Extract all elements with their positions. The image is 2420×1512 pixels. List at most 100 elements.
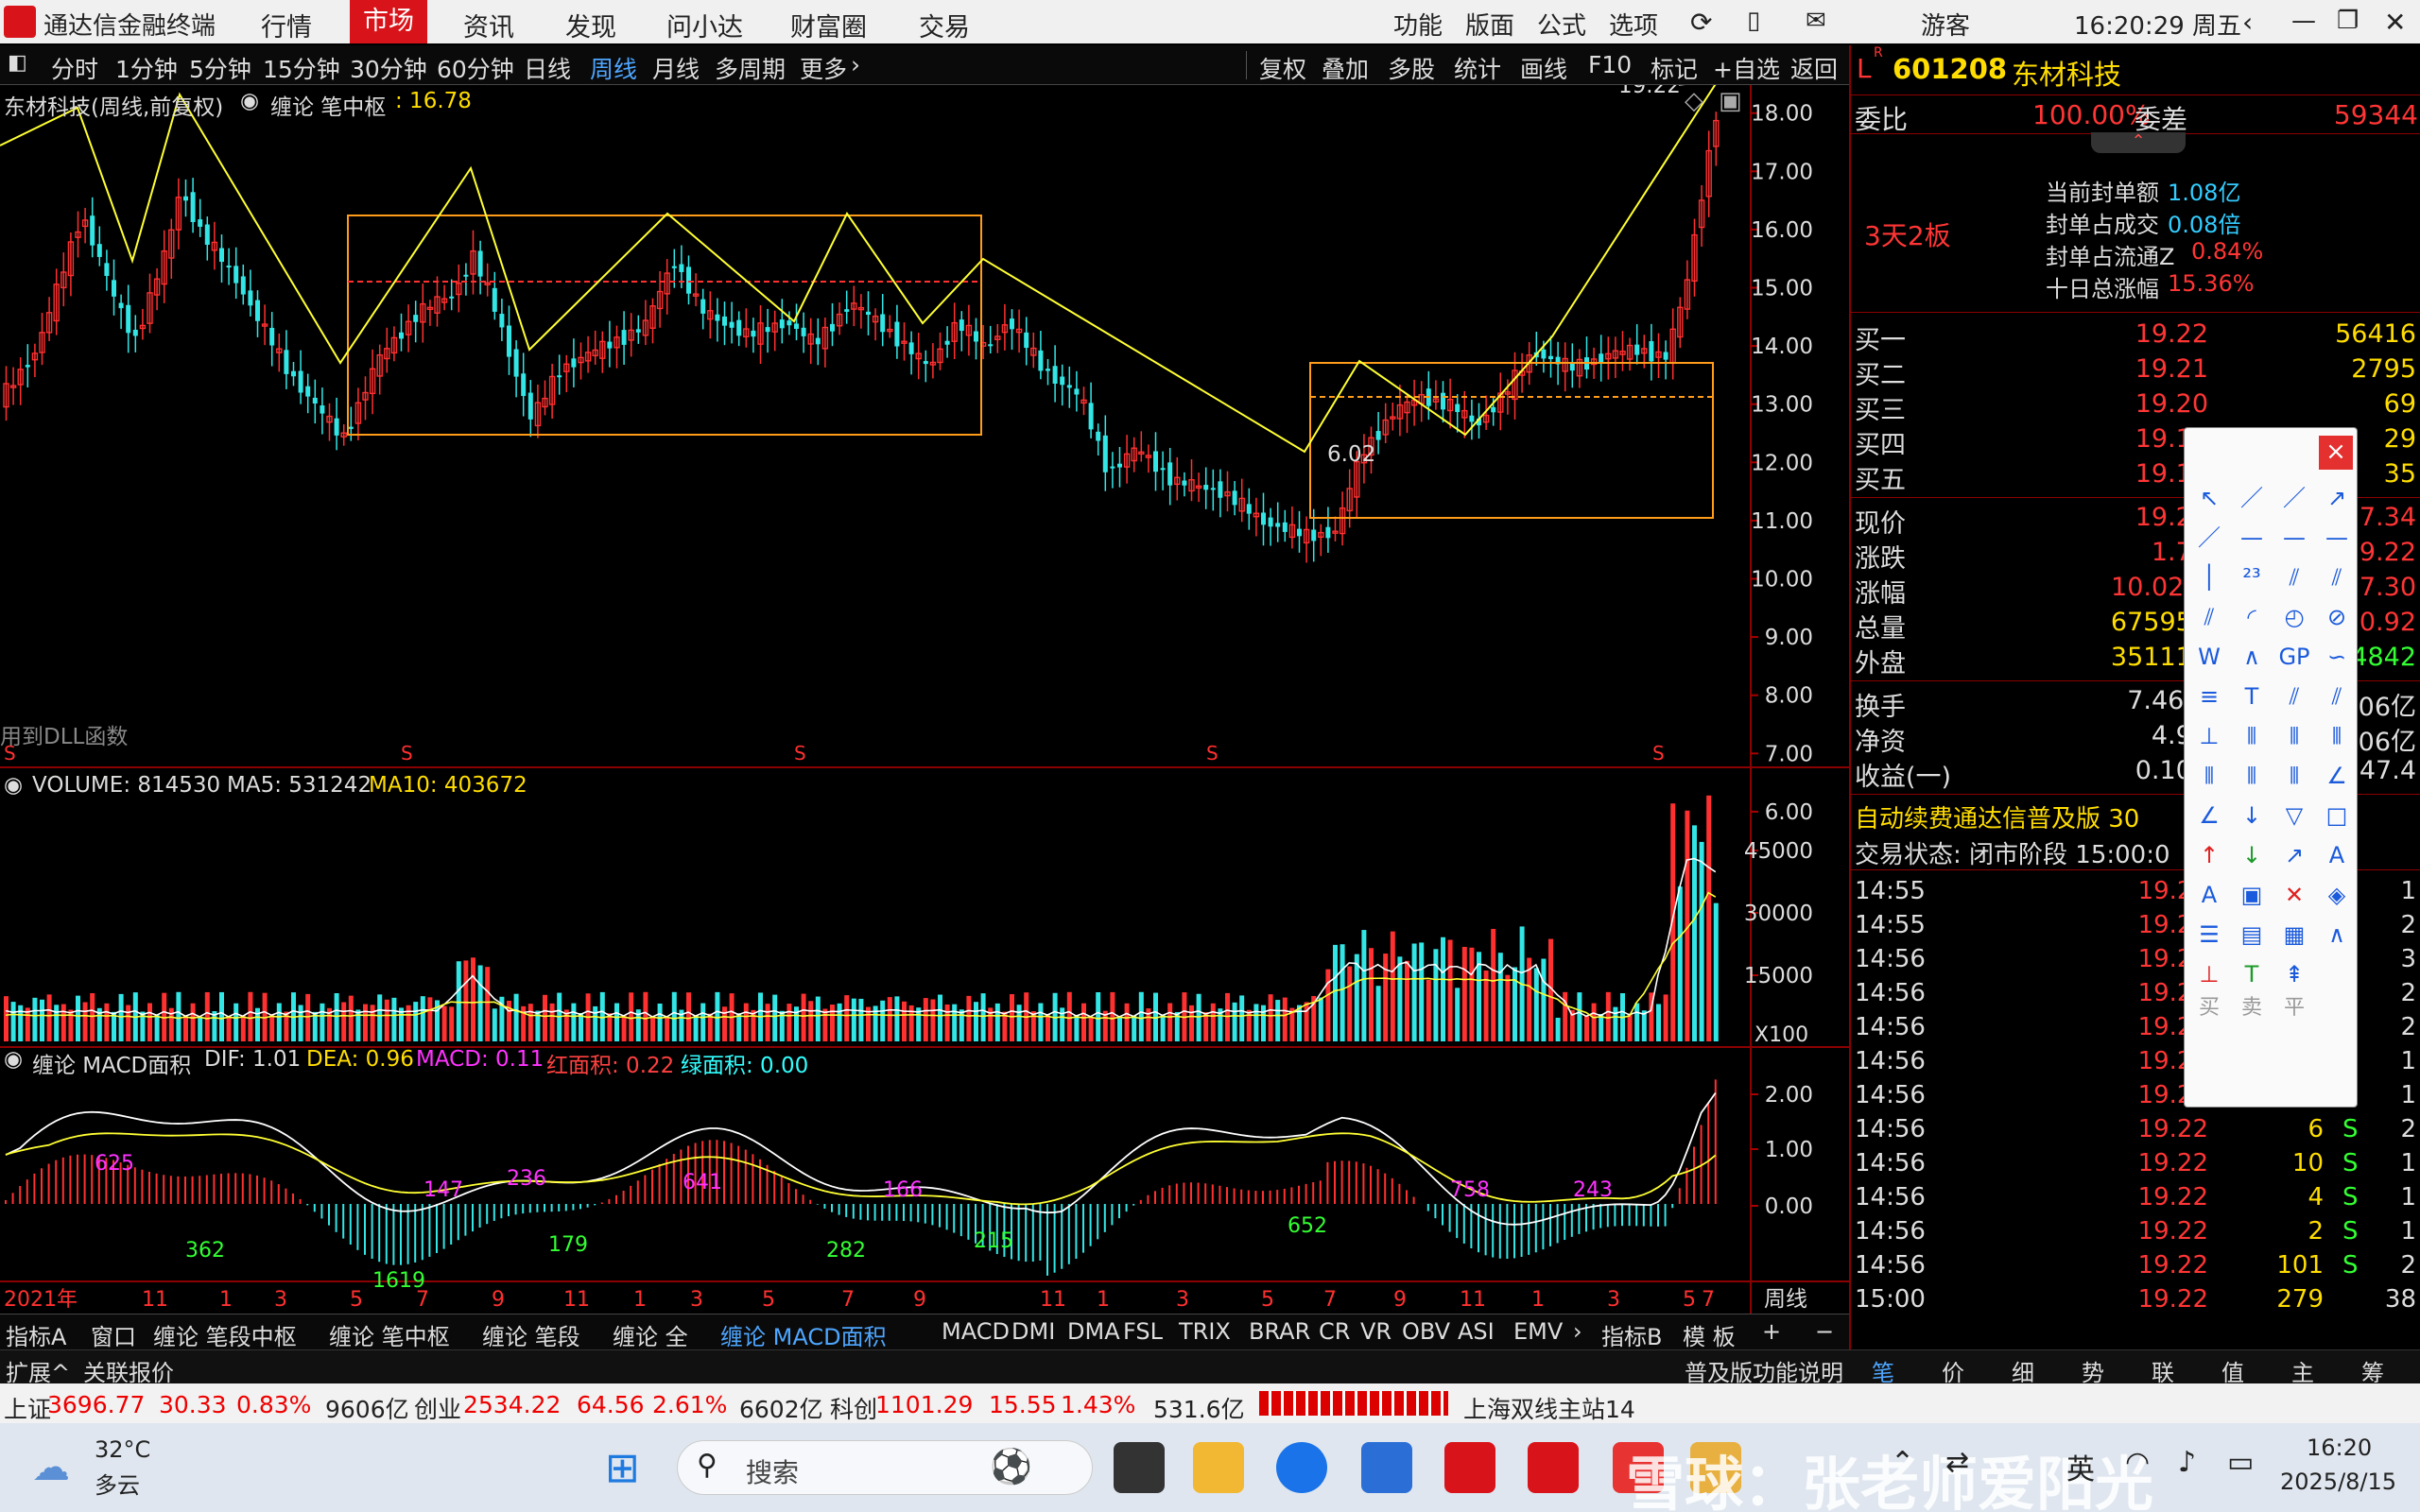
menu-jiaoyi[interactable]: 交易 (919, 7, 970, 43)
panel-toggle-icon[interactable]: ◧ (8, 51, 27, 75)
indicator-right-button[interactable]: 指标B (1601, 1318, 1662, 1351)
battery-icon[interactable]: ▭ (2227, 1446, 2254, 1479)
arrow-line-tool-icon[interactable]: ↗ (2318, 481, 2356, 515)
phone-icon[interactable]: ▯ (1747, 7, 1760, 35)
channel-tool-icon[interactable]: ⫽ (2275, 560, 2313, 594)
vline-tool-icon[interactable]: │ (2190, 560, 2228, 594)
wifi-icon[interactable]: ◠ (2125, 1446, 2150, 1479)
refresh-icon[interactable]: ⟳ (1690, 7, 1712, 38)
related-quote-button[interactable]: 关联报价 (83, 1354, 174, 1387)
channel3-tool-icon[interactable]: ⫽ (2190, 600, 2228, 634)
indicator-tab[interactable]: DMA (1067, 1318, 1120, 1345)
edge-browser-icon[interactable] (1276, 1442, 1327, 1493)
grid6-tool-icon[interactable]: ⦀ (2275, 759, 2313, 793)
fib-tool-icon[interactable]: ≡ (2190, 679, 2228, 713)
function-note-link[interactable]: 普及版功能说明 (1685, 1354, 1843, 1387)
segment-tool-icon[interactable]: ／ (2190, 521, 2228, 555)
indicator-tab[interactable]: BRAR (1249, 1318, 1310, 1345)
period-5min[interactable]: 5分钟 (189, 51, 251, 85)
circle-tool-icon[interactable]: ◴ (2275, 600, 2313, 634)
rect-tool-icon[interactable]: □ (2318, 799, 2356, 833)
buy-mark-tool-icon[interactable]: ⊥ (2190, 957, 2228, 991)
toolbox-close-icon[interactable]: × (2319, 436, 2353, 470)
sh-label[interactable]: 上证 (4, 1391, 51, 1425)
period-60min[interactable]: 60分钟 (437, 51, 514, 85)
hline-tool-icon[interactable]: — (2233, 521, 2271, 555)
text2-tool-icon[interactable]: A (2190, 878, 2228, 912)
taskbar-search-box[interactable]: ⚲ 搜索 ⚽ (677, 1440, 1093, 1495)
menu-wenxiaoda[interactable]: 问小达 (666, 7, 743, 43)
indicator-tab[interactable]: VR (1360, 1318, 1392, 1345)
period-monthly[interactable]: 月线 (652, 51, 700, 85)
triangle-tool-icon[interactable]: ▽ (2275, 799, 2313, 833)
flat-mark-tool-icon[interactable]: ⇞ (2275, 957, 2313, 991)
indicator-tab[interactable]: DMI (1011, 1318, 1055, 1345)
hline2-tool-icon[interactable]: — (2275, 521, 2313, 555)
toolbox-bottom-label[interactable]: 买 (2190, 991, 2228, 1025)
sell-mark-tool-icon[interactable]: T (2233, 957, 2271, 991)
quote-tab[interactable]: 价 (1942, 1354, 1964, 1387)
grid5-tool-icon[interactable]: ⦀ (2233, 759, 2271, 793)
tabs-more-icon[interactable]: › (1573, 1318, 1582, 1345)
expand-button[interactable]: 扩展^ (6, 1354, 70, 1387)
more-chevron-icon[interactable]: › (851, 51, 860, 78)
menu-gongneng[interactable]: 功能 (1393, 7, 1443, 42)
server-name[interactable]: 上海双线主站14 (1463, 1391, 1635, 1425)
minimize-icon[interactable]: — (2291, 7, 2316, 35)
ellipse-tool-icon[interactable]: ⊘ (2318, 600, 2356, 634)
quote-tab[interactable]: 细 (2012, 1354, 2034, 1387)
menu-hangqing[interactable]: 行情 (261, 7, 312, 43)
indicator-tab[interactable]: 缠论 笔中枢 (329, 1318, 450, 1351)
hline3-tool-icon[interactable]: — (2318, 521, 2356, 555)
ime-indicator[interactable]: 英 (2066, 1446, 2095, 1487)
indicator-right-button[interactable]: 模 板 (1683, 1318, 1736, 1351)
indicator-tab[interactable]: FSL (1123, 1318, 1163, 1345)
user-label[interactable]: 游客 (1921, 7, 1970, 42)
menu-gongshi[interactable]: 公式 (1537, 7, 1586, 42)
indicator-tab[interactable]: 指标A (6, 1318, 66, 1351)
frame-tool-icon[interactable]: ▣ (2233, 878, 2271, 912)
period-30min[interactable]: 30分钟 (350, 51, 427, 85)
indicator-tab[interactable]: OBV (1402, 1318, 1450, 1345)
cycle-tool-icon[interactable]: ∽ (2318, 640, 2356, 674)
indicator-tab[interactable]: EMV (1513, 1318, 1563, 1345)
period-tool-icon[interactable]: ⊥ (2190, 719, 2228, 753)
wave2-tool-icon[interactable]: ∧ (2233, 640, 2271, 674)
settings-diamond-icon[interactable]: ◇ (1685, 87, 1703, 115)
channel2-tool-icon[interactable]: ⫽ (2318, 560, 2356, 594)
fan-tool-icon[interactable]: ⫽ (2275, 679, 2313, 713)
taskview-icon[interactable] (1114, 1442, 1165, 1493)
indicator-tab[interactable]: ASI (1458, 1318, 1495, 1345)
tray-network-icon[interactable]: ⇄ (1945, 1446, 1969, 1479)
tdx-app-icon[interactable] (1444, 1442, 1495, 1493)
tdx-app-icon-2[interactable] (1528, 1442, 1579, 1493)
period-15min[interactable]: 15分钟 (263, 51, 340, 85)
menu-shichang[interactable]: 市场 (350, 0, 427, 43)
macd-toggle-icon[interactable]: ◉ (4, 1047, 23, 1072)
cursor-tool-icon[interactable]: ↖ (2190, 481, 2228, 515)
indicator-tab[interactable]: CR (1319, 1318, 1350, 1345)
text-tool-icon[interactable]: A (2318, 838, 2356, 872)
toolbox-bottom-label[interactable]: 平 (2275, 991, 2313, 1025)
quote-tab[interactable]: 联 (2152, 1354, 2174, 1387)
peak-tool-icon[interactable]: ∧ (2318, 918, 2356, 952)
line-tool-icon[interactable]: ／ (2233, 481, 2271, 515)
file-explorer-icon[interactable] (1193, 1442, 1244, 1493)
tray-chevron-icon[interactable]: ⌃ (1891, 1446, 1914, 1479)
btn-back[interactable]: 返回 (1790, 51, 1838, 85)
period-more[interactable]: 更多 (800, 51, 847, 85)
down-mark-tool-icon[interactable]: ↓ (2233, 838, 2271, 872)
grid4-tool-icon[interactable]: ⦀ (2190, 759, 2228, 793)
quote-tab[interactable]: 笔 (1872, 1354, 1894, 1387)
btn-diejia[interactable]: 叠加 (1322, 51, 1369, 85)
close-window-icon[interactable]: ✕ (2384, 7, 2406, 38)
indicator-right-button[interactable]: + (1762, 1318, 1781, 1345)
promo-link[interactable]: 自动续费通达信普及版 30 (1855, 799, 2139, 834)
btn-tongji[interactable]: 统计 (1454, 51, 1501, 85)
period-multi[interactable]: 多周期 (715, 51, 786, 85)
btn-fuquan[interactable]: 复权 (1259, 51, 1306, 85)
menu-faxian[interactable]: 发现 (565, 7, 616, 43)
btn-huaxian[interactable]: 画线 (1520, 51, 1567, 85)
indicator-tab[interactable]: 缠论 笔段中枢 (153, 1318, 297, 1351)
volume-icon[interactable]: ♪ (2178, 1446, 2196, 1479)
